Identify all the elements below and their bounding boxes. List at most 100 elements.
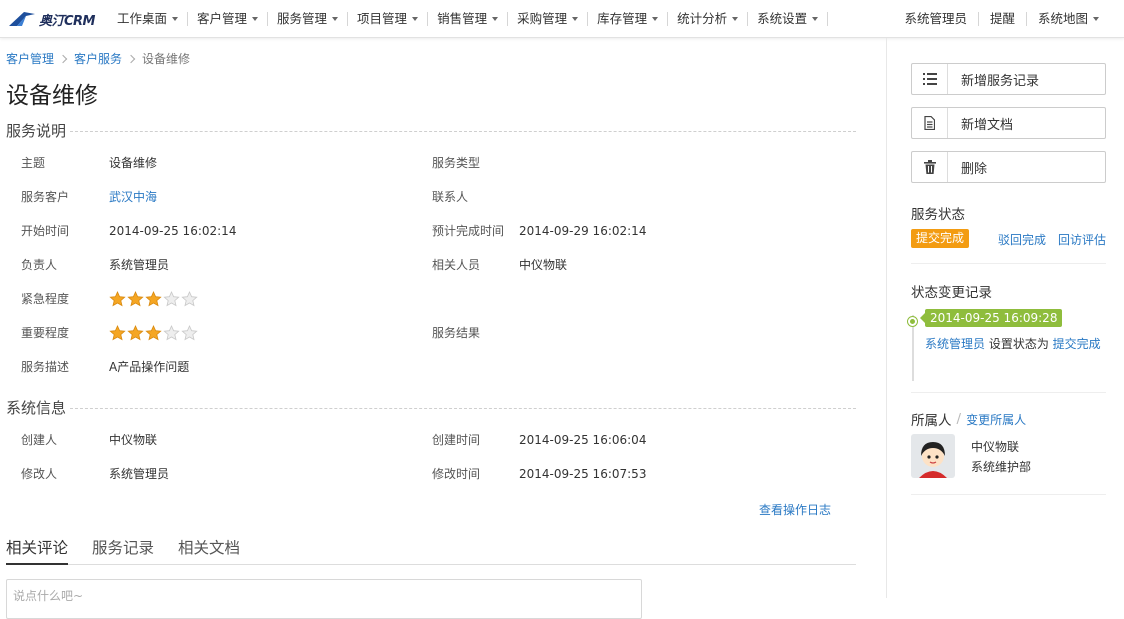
star-filled-icon [127,325,144,341]
field-label-start-time: 开始时间 [21,224,70,238]
field-value-start-time: 2014-09-25 16:02:14 [109,224,237,238]
button-label: 新增服务记录 [961,73,1040,89]
logo-icon [9,12,35,26]
field-label-contact: 联系人 [432,190,469,204]
menu-workspace[interactable]: 工作桌面 [108,0,187,38]
caret-down-icon [572,17,579,21]
change-owner-link[interactable]: 变更所属人 [966,411,1026,428]
timeline-dot-icon [908,317,917,326]
top-navbar: 奥汀CRM 工作桌面 客户管理 服务管理 项目管理 销售管理 采购管理 库存管理… [0,0,1124,38]
view-operation-log-link[interactable]: 查看操作日志 [759,501,831,518]
add-service-record-button[interactable]: 新增服务记录 [911,63,1106,95]
field-label-owner: 负责人 [21,258,58,272]
field-label-service-type: 服务类型 [432,156,481,170]
caret-down-icon [332,17,339,21]
add-document-button[interactable]: 新增文档 [911,107,1106,139]
customer-link[interactable]: 武汉中海 [109,189,157,205]
star-empty-icon [181,291,198,307]
field-label-modified-time: 修改时间 [432,467,481,481]
field-label-expected-end: 预计完成时间 [432,224,505,238]
field-value-description: A产品操作问题 [109,360,190,374]
star-empty-icon [163,291,180,307]
document-icon [912,108,948,138]
owner-header: 所属人 / 变更所属人 [911,409,1026,429]
field-label-subject: 主题 [21,156,46,170]
field-label-customer: 服务客户 [21,190,70,204]
menu-project[interactable]: 项目管理 [348,0,427,38]
star-filled-icon [127,291,144,307]
chevron-right-icon [126,54,136,63]
menu-service[interactable]: 服务管理 [268,0,347,38]
star-filled-icon [109,291,126,307]
caret-down-icon [252,17,259,21]
delete-button[interactable]: 删除 [911,151,1106,183]
menu-label: 统计分析 [677,11,728,26]
section-divider [70,130,856,132]
menu-label: 采购管理 [517,11,568,26]
button-label: 删除 [961,161,988,177]
button-label: 新增文档 [961,117,1014,133]
tab-documents[interactable]: 相关文档 [178,538,240,565]
reminders-link[interactable]: 提醒 [979,0,1026,38]
owner-name: 中仪物联 [971,440,1020,454]
importance-rating [109,325,199,341]
comment-input[interactable]: 说点什么吧~ [6,579,642,619]
caret-down-icon [732,17,739,21]
field-value-subject: 设备维修 [109,156,158,170]
breadcrumb-service[interactable]: 客户服务 [74,50,122,67]
sitemap-menu[interactable]: 系统地图 [1027,0,1110,38]
field-value-modifier: 系统管理员 [109,467,170,481]
menu-settings[interactable]: 系统设置 [748,0,827,38]
star-filled-icon [145,325,162,341]
menu-label: 提醒 [989,11,1015,26]
section-title: 服务说明 [6,121,67,140]
history-time-badge: 2014-09-25 16:09:28 [919,309,1063,327]
history-status-link[interactable]: 提交完成 [1053,337,1101,351]
breadcrumb-customer[interactable]: 客户管理 [6,50,54,67]
sidebar-divider [911,263,1106,264]
status-badge: 提交完成 [911,229,970,248]
menu-label: 系统设置 [757,11,808,26]
logo-text: 奥汀CRM [39,13,96,29]
caret-down-icon [812,17,819,21]
status-history-title: 状态变更记录 [911,285,992,301]
detail-tabs: 相关评论 服务记录 相关文档 [6,538,856,565]
caret-down-icon [172,17,179,21]
star-empty-icon [163,325,180,341]
field-label-modifier: 修改人 [21,467,58,481]
section-service-info: 服务说明 [6,120,856,140]
field-label-urgency: 紧急程度 [21,292,70,306]
menu-statistics[interactable]: 统计分析 [668,0,747,38]
field-label-creator: 创建人 [21,433,58,447]
section-divider [70,407,856,409]
menu-purchase[interactable]: 采购管理 [508,0,587,38]
tab-service-records[interactable]: 服务记录 [92,538,154,565]
history-actor-link[interactable]: 系统管理员 [925,337,985,351]
menu-inventory[interactable]: 库存管理 [588,0,667,38]
caret-down-icon [652,17,659,21]
avatar[interactable] [911,434,955,478]
menu-label: 项目管理 [357,11,408,26]
current-user-link[interactable]: 系统管理员 [893,0,978,38]
field-value-modified-time: 2014-09-25 16:07:53 [519,467,647,481]
menu-label: 系统管理员 [904,11,967,26]
follow-up-evaluation-link[interactable]: 回访评估 [1058,231,1106,248]
menu-label: 服务管理 [277,11,328,26]
main-content: 客户管理 客户服务 设备维修 设备维修 服务说明 主题 设备维修 服务类型 服务… [0,38,886,619]
urgency-rating [109,291,199,307]
menu-sales[interactable]: 销售管理 [428,0,507,38]
field-label-result: 服务结果 [432,326,481,340]
caret-down-icon [412,17,419,21]
history-action-text: 设置状态为 [985,337,1053,351]
menu-customer[interactable]: 客户管理 [188,0,267,38]
breadcrumb: 客户管理 客户服务 设备维修 [6,50,190,67]
list-icon [912,64,948,94]
section-title: 系统信息 [6,398,67,417]
menu-label: 销售管理 [437,11,488,26]
app-logo[interactable]: 奥汀CRM [8,9,96,29]
caret-down-icon [492,17,499,21]
main-menu: 工作桌面 客户管理 服务管理 项目管理 销售管理 采购管理 库存管理 统计分析 … [108,0,829,38]
reject-completion-link[interactable]: 驳回完成 [998,231,1046,248]
service-status-title: 服务状态 [911,207,965,223]
tab-comments[interactable]: 相关评论 [6,538,69,565]
